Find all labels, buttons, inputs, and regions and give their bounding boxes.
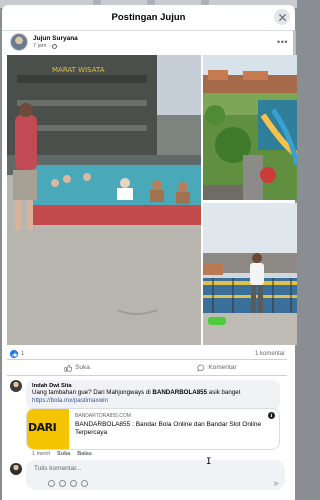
photo-waterpark-top[interactable] — [203, 55, 297, 200]
comment-input-box[interactable] — [26, 460, 285, 490]
info-icon[interactable]: i — [268, 412, 275, 419]
comment-link[interactable]: https://bola.mx/pastimaxwin — [32, 397, 274, 405]
comment-text: Uang tambahan gue? Dari Mahjongways di B… — [32, 389, 241, 396]
photo-boy-bottom[interactable] — [203, 203, 297, 345]
like-icon — [64, 364, 73, 372]
text-cursor: I — [206, 457, 212, 467]
post-meta: Jujun Suryana 7 jam · — [33, 35, 78, 49]
modal-header: Postingan Jujun — [2, 5, 295, 31]
photo-sign-text: MARAT WISATA — [52, 66, 105, 74]
camera-icon[interactable] — [59, 480, 66, 487]
close-button[interactable] — [274, 9, 290, 25]
comment-actions: 1 menit Suka Balas — [32, 451, 92, 457]
more-icon: ••• — [277, 37, 288, 47]
link-preview-card[interactable]: DARI BANDARTORA855.COM BANDARBOLA855 : B… — [26, 408, 280, 450]
comment-input[interactable] — [34, 465, 234, 472]
comment-button-label: Komentar — [208, 364, 237, 371]
comment-item: Indah Dwi Sita Uang tambahan gue? Dari M… — [10, 380, 282, 410]
post-author[interactable]: Jujun Suryana — [33, 35, 78, 42]
comment-button[interactable]: Komentar — [147, 360, 287, 375]
like-count[interactable]: 1 — [21, 351, 24, 357]
like-reaction-badge[interactable] — [10, 350, 18, 358]
modal-title: Postingan Jujun — [111, 12, 186, 23]
post-time[interactable]: 7 jam — [33, 43, 46, 49]
photo-grid: MARAT WISATA — [7, 55, 297, 345]
link-preview-title: BANDARBOLA855 : Bandar Bola Online dan B… — [75, 421, 262, 436]
sticker-icon[interactable] — [81, 480, 88, 487]
action-bar: Suka Komentar — [7, 359, 287, 376]
send-icon[interactable] — [273, 480, 280, 487]
post-header: Jujun Suryana 7 jam · — [10, 31, 78, 53]
like-button[interactable]: Suka — [7, 360, 147, 375]
link-preview-body: BANDARTORA855.COM BANDARBOLA855 : Bandar… — [69, 409, 279, 449]
link-preview-domain: BANDARTORA855.COM — [75, 413, 131, 419]
avatar[interactable] — [10, 463, 22, 475]
gif-icon[interactable] — [70, 480, 77, 487]
comment-reply-button[interactable]: Balas — [77, 451, 92, 457]
link-preview-thumbnail: DARI — [27, 409, 69, 449]
composer-tools — [48, 480, 88, 487]
comment-icon — [197, 364, 205, 372]
like-button-label: Suka — [75, 364, 90, 371]
comment-count[interactable]: 1 komentar — [255, 351, 285, 357]
emoji-icon[interactable] — [48, 480, 55, 487]
like-icon — [12, 352, 17, 356]
commenter-avatar[interactable] — [10, 380, 22, 392]
globe-icon — [52, 43, 58, 49]
photo-pool-left[interactable]: MARAT WISATA — [7, 55, 201, 345]
comment-bubble: Indah Dwi Sita Uang tambahan gue? Dari M… — [26, 380, 280, 410]
comment-brand: BANDARBOLA855 — [152, 389, 208, 396]
close-icon — [278, 13, 286, 21]
comment-like-button[interactable]: Suka — [57, 451, 70, 457]
more-options-button[interactable]: ••• — [277, 37, 288, 47]
comment-composer — [10, 460, 286, 490]
comment-time[interactable]: 1 menit — [32, 451, 50, 457]
post-time-row: 7 jam · — [33, 43, 78, 49]
avatar[interactable] — [10, 33, 28, 51]
